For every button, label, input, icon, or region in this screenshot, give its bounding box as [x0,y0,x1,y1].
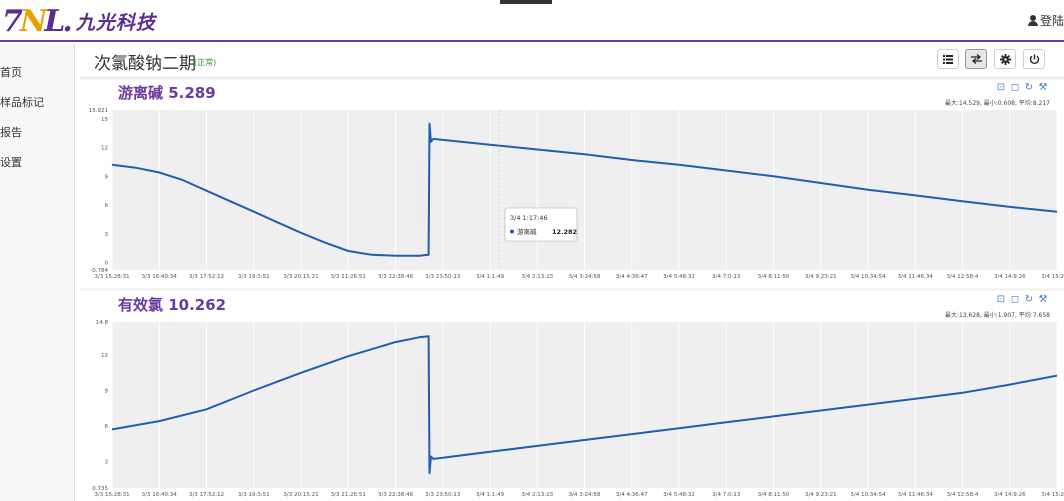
login-link[interactable]: 登陆 [1027,12,1064,29]
x-tick-label: 3/4 2:13:23 [521,274,553,280]
x-tick-label: 3/4 8:11:50 [758,492,790,498]
y-tick-label: 12 [101,146,108,152]
y-tick-label: 0 [105,260,109,266]
logo-text: 九光科技 [75,11,156,34]
y-tick-label: 6 [105,424,109,430]
y-tick-label: 9 [105,174,109,180]
x-tick-label: 3/4 11:46:34 [898,492,934,498]
x-tick-label: 3/4 7:0:13 [712,274,741,280]
page-title: 次氯酸钠二期 [94,54,196,74]
user-icon [1027,15,1038,26]
y-tick-label: 3 [105,459,109,465]
x-tick-label: 3/4 12:58:4 [947,274,979,280]
x-tick-label: 3/3 16:40:34 [142,492,178,498]
x-tick-label: 3/4 15:20:5 [1041,274,1064,280]
x-tick-label: 3/4 4:36:47 [616,492,648,498]
sidebar-item-sample-marking[interactable]: 样品标记 [0,88,74,118]
status-badge: (正常) [194,58,217,67]
y-tick-label: 15 [101,117,108,123]
chart-panel-available-chlorine: 有效氯 10.262 ⊡ ◻ ↻ ⚒ 最大:13.628, 最小:1.907, … [80,291,1064,501]
main-content: 次氯酸钠二期 (正常) 游离碱 5.289 ⊡ ◻ ↻ ⚒ 最大:14.529,… [80,44,1064,501]
x-tick-label: 3/4 1:1:49 [476,274,505,280]
logo-mark: 7NL. [2,3,73,39]
x-tick-label: 3/4 2:13:23 [521,492,553,498]
top-indicator [500,0,552,4]
gear-icon [999,53,1011,65]
settings-button[interactable] [994,49,1016,69]
sidebar: 首页 样品标记 报告 设置 [0,44,75,501]
tooltip-value: 12.282 [552,228,577,236]
y-tick-label: 15.921 [89,108,108,114]
x-tick-label: 3/3 21:26:51 [331,274,366,280]
x-tick-label: 3/3 15:28:31 [94,274,129,280]
tooltip-time: 3/4 1:17:46 [510,214,548,222]
x-tick-label: 3/4 11:46:34 [898,274,934,280]
x-tick-label: 3/3 19:3:51 [238,492,270,498]
tooltip-marker [510,229,514,234]
x-tick-label: 3/4 14:9:26 [994,492,1026,498]
tooltip-box [504,207,578,242]
y-tick-label: 9 [105,388,109,394]
logo[interactable]: 7NL. 九光科技 [2,3,156,39]
x-tick-label: 3/3 17:52:12 [189,492,224,498]
login-label: 登陆 [1039,14,1064,28]
x-tick-label: 3/4 7:0:13 [712,492,741,498]
x-tick-label: 3/3 21:26:51 [331,492,366,498]
x-tick-label: 3/3 23:50:13 [425,274,461,280]
y-tick-label: 0.735 [92,486,108,492]
x-tick-label: 3/3 16:40:34 [142,274,178,280]
tooltip-series: 游离碱 [517,227,537,236]
x-tick-label: 3/3 19:3:51 [238,274,270,280]
y-tick-label: -0.784 [90,268,108,274]
sidebar-item-home[interactable]: 首页 [0,58,74,88]
x-tick-label: 3/3 20:15:21 [283,492,318,498]
y-tick-label: 12 [101,353,108,359]
list-view-button[interactable] [937,49,959,69]
line-chart-available-chlorine[interactable]: 3/3 15:28:31 3/3 16:40:34 3/3 17:52:12 3/3 … [80,291,1064,501]
x-tick-label: 3/4 8:11:50 [758,274,790,280]
x-tick-label: 3/4 15:20:5 [1041,492,1064,498]
x-tick-label: 3/3 15:28:31 [94,492,129,498]
x-tick-label: 3/3 17:52:12 [189,274,224,280]
list-icon [943,54,953,64]
power-button[interactable] [1023,49,1045,69]
x-tick-label: 3/4 5:48:32 [663,492,695,498]
page-header: 次氯酸钠二期 (正常) [80,44,1064,78]
x-tick-label: 3/4 10:34:54 [850,492,886,498]
sidebar-item-settings[interactable]: 设置 [0,148,74,178]
top-bar: 7NL. 九光科技 登陆 [0,0,1064,42]
chart-panel-free-alkali: 游离碱 5.289 ⊡ ◻ ↻ ⚒ 最大:14.529, 最小:0.608, 平… [80,80,1064,288]
x-tick-label: 3/3 23:50:13 [425,492,461,498]
x-tick-label: 3/4 10:34:54 [850,274,886,280]
x-tick-label: 3/4 5:48:32 [663,274,695,280]
x-tick-label: 3/4 1:1:49 [476,492,505,498]
y-tick-label: 6 [105,203,109,209]
x-tick-label: 3/4 12:58:4 [947,492,979,498]
y-tick-label: 3 [105,232,109,238]
x-tick-label: 3/3 20:15:21 [283,274,318,280]
y-tick-label: 14.8 [96,320,109,326]
x-tick-label: 3/3 22:38:46 [378,274,414,280]
x-tick-label: 3/4 4:36:47 [616,274,648,280]
sidebar-item-reports[interactable]: 报告 [0,118,74,148]
x-tick-label: 3/4 9:23:21 [805,492,837,498]
swap-icon [970,54,982,64]
x-tick-label: 3/4 3:24:58 [569,274,601,280]
x-tick-label: 3/4 9:23:21 [805,274,837,280]
line-chart-free-alkali[interactable]: 3/3 15:28:31 3/3 16:40:34 3/3 17:52:12 3/3 … [80,80,1064,288]
x-tick-label: 3/3 22:38:46 [378,492,414,498]
x-tick-label: 3/4 14:9:26 [994,274,1026,280]
x-tick-label: 3/4 3:24:58 [569,492,601,498]
power-icon [1029,54,1039,64]
swap-view-button[interactable] [965,49,987,69]
